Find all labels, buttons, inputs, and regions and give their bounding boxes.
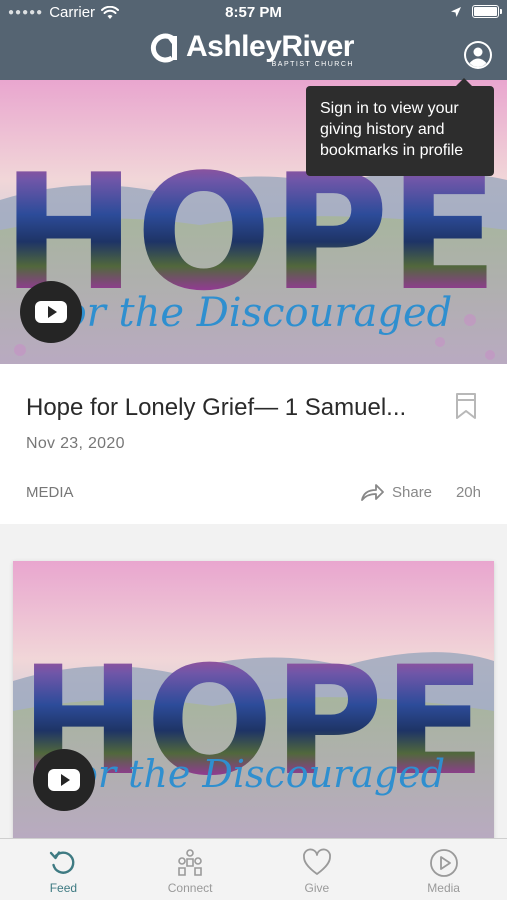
tab-label: Feed (49, 881, 78, 895)
tab-media[interactable]: Media (380, 839, 507, 900)
brand-logo: AshleyRiver BAPTIST CHURCH (150, 32, 354, 68)
tab-label: Media (427, 881, 460, 895)
user-icon (466, 43, 490, 68)
sign-in-tooltip[interactable]: Sign in to view your giving history and … (306, 78, 494, 176)
time-ago: 20h (455, 484, 481, 501)
battery-icon (472, 5, 502, 18)
tab-feed[interactable]: Feed (0, 839, 127, 900)
brand-name: AshleyRiver (186, 30, 354, 63)
brand-mark-icon (150, 33, 177, 63)
connect-icon (178, 849, 202, 876)
youtube-play-button[interactable] (33, 749, 95, 811)
feed-icon (50, 851, 75, 874)
hope-subtitle-art: for the Discouraged (58, 752, 445, 796)
card-category: MEDIA (26, 484, 74, 501)
youtube-play-button[interactable] (20, 281, 82, 343)
media-thumbnail[interactable]: HOPE for the Discouraged (13, 561, 494, 841)
bookmark-icon[interactable] (455, 392, 477, 420)
share-label: Share (392, 483, 433, 501)
profile-button[interactable] (464, 41, 492, 69)
app-header: ●●●●● Carrier 8:57 PM AshleyRiver BAPTIS… (0, 0, 507, 80)
status-time: 8:57 PM (225, 4, 282, 21)
brand-subtitle: BAPTIST CHURCH (271, 61, 354, 68)
tab-label: Give (304, 881, 330, 895)
tab-connect[interactable]: Connect (127, 839, 254, 900)
location-arrow-icon (451, 6, 461, 17)
tab-give[interactable]: Give (254, 839, 381, 900)
heart-icon (302, 848, 331, 875)
share-button[interactable]: Share (360, 482, 432, 502)
card-title[interactable]: Hope for Lonely Grief— 1 Samuel... (26, 394, 426, 422)
tab-label: Connect (167, 881, 213, 895)
status-bar: ●●●●● Carrier 8:57 PM (0, 0, 507, 26)
share-arrow-icon (361, 484, 384, 501)
card-date: Nov 23, 2020 (26, 435, 125, 452)
tab-bar: Feed Connect Give Media (0, 838, 507, 900)
status-right (450, 5, 502, 18)
feed-card[interactable]: HOPE for the Discouraged (13, 561, 494, 841)
play-circle-icon (429, 849, 458, 877)
hope-subtitle-art: for the Discouraged (45, 290, 452, 336)
